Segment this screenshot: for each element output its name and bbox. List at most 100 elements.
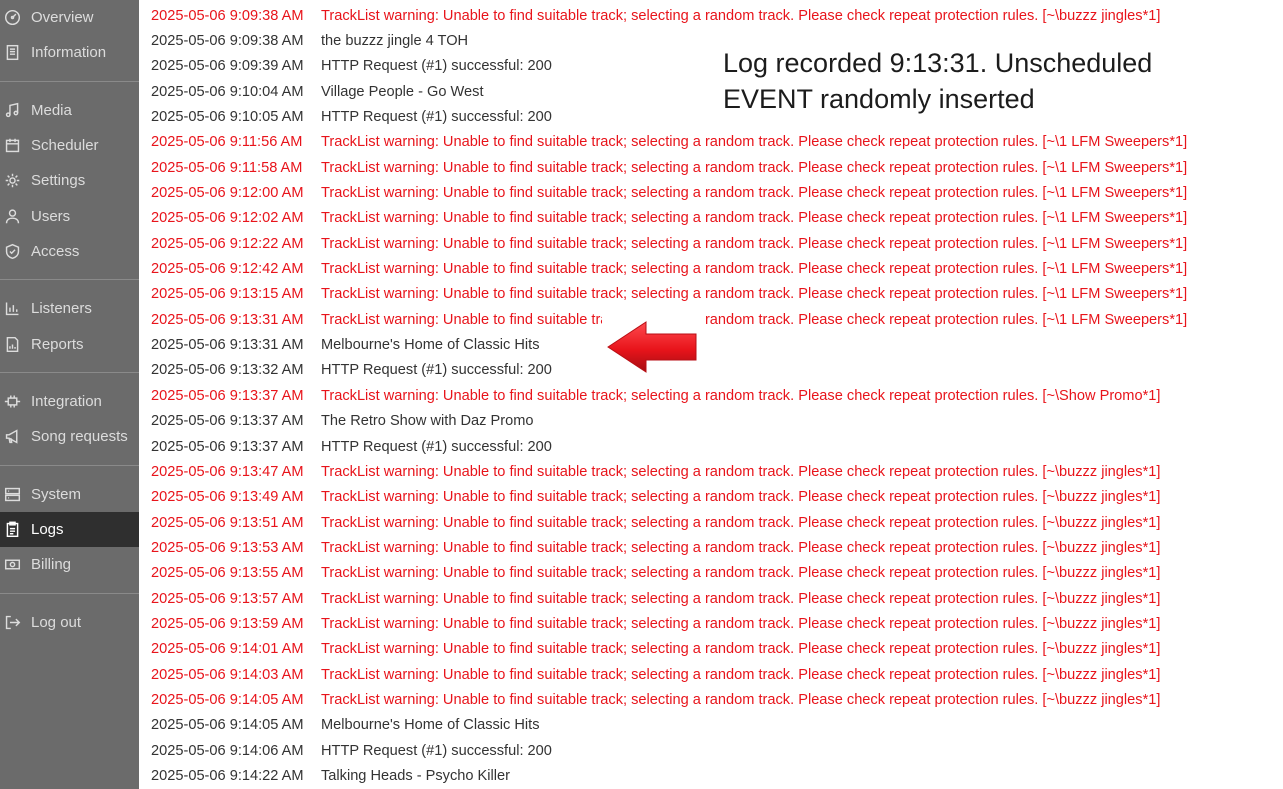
log-message: HTTP Request (#1) successful: 200	[321, 742, 552, 759]
log-row: 2025-05-06 9:13:15 AM TrackList warning: …	[151, 282, 1271, 307]
log-timestamp: 2025-05-06 9:14:22 AM	[151, 767, 304, 784]
log-row: 2025-05-06 9:14:01 AM TrackList warning: …	[151, 637, 1271, 662]
clipboard-icon	[3, 521, 21, 539]
log-timestamp: 2025-05-06 9:13:31 AM	[151, 337, 304, 354]
log-message: the buzzz jingle 4 TOH	[321, 33, 469, 50]
report-icon	[3, 336, 21, 354]
log-message: TrackList warning: Unable to find suitab…	[321, 691, 1161, 708]
log-message: HTTP Request (#1) successful: 200	[321, 58, 552, 75]
sidebar-item-label: Information	[31, 44, 107, 61]
logout-icon	[3, 614, 21, 632]
log-timestamp: 2025-05-06 9:12:02 AM	[151, 210, 304, 227]
sidebar-item-system[interactable]: System	[0, 477, 139, 512]
log-message: TrackList warning: Unable to find suitab…	[321, 261, 1188, 278]
log-timestamp: 2025-05-06 9:13:37 AM	[151, 387, 304, 404]
sidebar-item-label: Scheduler	[31, 137, 99, 154]
log-row: 2025-05-06 9:14:22 AM Talking Heads - Psy…	[151, 763, 1271, 788]
music-note-icon	[3, 102, 21, 120]
log-timestamp: 2025-05-06 9:13:37 AM	[151, 438, 304, 455]
log-message: TrackList warning: Unable to find suitab…	[321, 235, 1188, 252]
log-message: TrackList warning: Unable to find suitab…	[321, 311, 1188, 328]
sidebar-item-label: Users	[31, 208, 71, 225]
annotation-text: Log recorded 9:13:31. Unscheduled EVENT …	[723, 48, 1153, 114]
log-timestamp: 2025-05-06 9:14:03 AM	[151, 666, 304, 683]
log-message: TrackList warning: Unable to find suitab…	[321, 666, 1161, 683]
log-row: 2025-05-06 9:11:56 AM TrackList warning: …	[151, 130, 1271, 155]
document-icon	[3, 44, 21, 62]
sidebar-item-media[interactable]: Media	[0, 93, 139, 128]
log-timestamp: 2025-05-06 9:09:38 AM	[151, 7, 304, 24]
sidebar-divider	[0, 279, 139, 280]
log-timestamp: 2025-05-06 9:13:53 AM	[151, 539, 304, 556]
sidebar-divider	[0, 465, 139, 466]
sidebar-item-label: Logs	[31, 521, 64, 538]
sidebar-item-label: Integration	[31, 393, 102, 410]
sidebar-item-label: Song requests	[31, 428, 128, 445]
sidebar: Overview Information Media Scheduler Set…	[0, 0, 139, 789]
sidebar-item-scheduler[interactable]: Scheduler	[0, 128, 139, 163]
log-message: The Retro Show with Daz Promo	[321, 413, 534, 430]
sidebar-item-logs[interactable]: Logs	[0, 512, 139, 547]
log-message: TrackList warning: Unable to find suitab…	[321, 615, 1161, 632]
sidebar-item-access[interactable]: Access	[0, 234, 139, 269]
sidebar-item-logout[interactable]: Log out	[0, 605, 139, 640]
log-row: 2025-05-06 9:13:37 AM TrackList warning: …	[151, 383, 1271, 408]
log-message: TrackList warning: Unable to find suitab…	[321, 286, 1188, 303]
sidebar-item-label: Overview	[31, 9, 94, 26]
log-message: HTTP Request (#1) successful: 200	[321, 438, 552, 455]
log-message: TrackList warning: Unable to find suitab…	[321, 565, 1161, 582]
log-row: 2025-05-06 9:13:37 AM The Retro Show with…	[151, 409, 1271, 434]
log-message: TrackList warning: Unable to find suitab…	[321, 134, 1188, 151]
log-timestamp: 2025-05-06 9:12:42 AM	[151, 261, 304, 278]
log-message: TrackList warning: Unable to find suitab…	[321, 641, 1161, 658]
sidebar-item-label: Access	[31, 243, 80, 260]
log-row: 2025-05-06 9:13:53 AM TrackList warning: …	[151, 535, 1271, 560]
red-arrow-left-icon	[607, 321, 697, 373]
sidebar-item-label: System	[31, 486, 82, 503]
log-list: 2025-05-06 9:09:38 AM TrackList warning: …	[151, 3, 1271, 789]
log-timestamp: 2025-05-06 9:11:58 AM	[151, 159, 303, 176]
log-timestamp: 2025-05-06 9:13:51 AM	[151, 514, 304, 531]
sidebar-item-integration[interactable]: Integration	[0, 384, 139, 419]
sidebar-item-users[interactable]: Users	[0, 199, 139, 234]
log-row: 2025-05-06 9:12:42 AM TrackList warning: …	[151, 256, 1271, 281]
log-message: Melbourne's Home of Classic Hits	[321, 717, 540, 734]
log-timestamp: 2025-05-06 9:13:15 AM	[151, 286, 304, 303]
sidebar-item-information[interactable]: Information	[0, 35, 139, 70]
log-row: 2025-05-06 9:14:06 AM HTTP Request (#1) s…	[151, 738, 1271, 763]
log-timestamp: 2025-05-06 9:14:01 AM	[151, 641, 304, 658]
log-message: HTTP Request (#1) successful: 200	[321, 362, 552, 379]
sidebar-item-label: Billing	[31, 556, 72, 573]
sidebar-item-label: Media	[31, 102, 72, 119]
calendar-icon	[3, 137, 21, 155]
log-timestamp: 2025-05-06 9:13:57 AM	[151, 590, 304, 607]
sidebar-item-label: Settings	[31, 172, 86, 189]
log-timestamp: 2025-05-06 9:10:04 AM	[151, 83, 304, 100]
log-message: TrackList warning: Unable to find suitab…	[321, 210, 1188, 227]
sidebar-item-settings[interactable]: Settings	[0, 163, 139, 198]
gear-icon	[3, 172, 21, 190]
log-row: 2025-05-06 9:14:05 AM Melbourne's Home of…	[151, 713, 1271, 738]
log-row: 2025-05-06 9:13:57 AM TrackList warning: …	[151, 586, 1271, 611]
user-icon	[3, 208, 21, 226]
log-row: 2025-05-06 9:12:02 AM TrackList warning: …	[151, 206, 1271, 231]
log-message: Village People - Go West	[321, 83, 484, 100]
sidebar-item-label: Reports	[31, 336, 84, 353]
log-row: 2025-05-06 9:13:31 AM Melbourne's Home of…	[151, 332, 1271, 357]
sidebar-item-listeners[interactable]: Listeners	[0, 291, 139, 326]
log-message: TrackList warning: Unable to find suitab…	[321, 514, 1161, 531]
log-row: 2025-05-06 9:13:37 AM HTTP Request (#1) s…	[151, 434, 1271, 459]
log-row: 2025-05-06 9:09:38 AM TrackList warning: …	[151, 3, 1271, 28]
log-timestamp: 2025-05-06 9:13:31 AM	[151, 311, 304, 328]
sidebar-item-billing[interactable]: Billing	[0, 547, 139, 582]
gauge-icon	[3, 9, 21, 27]
log-timestamp: 2025-05-06 9:12:00 AM	[151, 185, 304, 202]
log-message: TrackList warning: Unable to find suitab…	[321, 463, 1161, 480]
log-message: TrackList warning: Unable to find suitab…	[321, 7, 1161, 24]
sidebar-item-overview[interactable]: Overview	[0, 0, 139, 35]
log-timestamp: 2025-05-06 9:09:38 AM	[151, 33, 304, 50]
log-row: 2025-05-06 9:13:47 AM TrackList warning: …	[151, 459, 1271, 484]
sidebar-item-reports[interactable]: Reports	[0, 327, 139, 362]
log-timestamp: 2025-05-06 9:13:49 AM	[151, 489, 304, 506]
sidebar-item-song-requests[interactable]: Song requests	[0, 419, 139, 454]
